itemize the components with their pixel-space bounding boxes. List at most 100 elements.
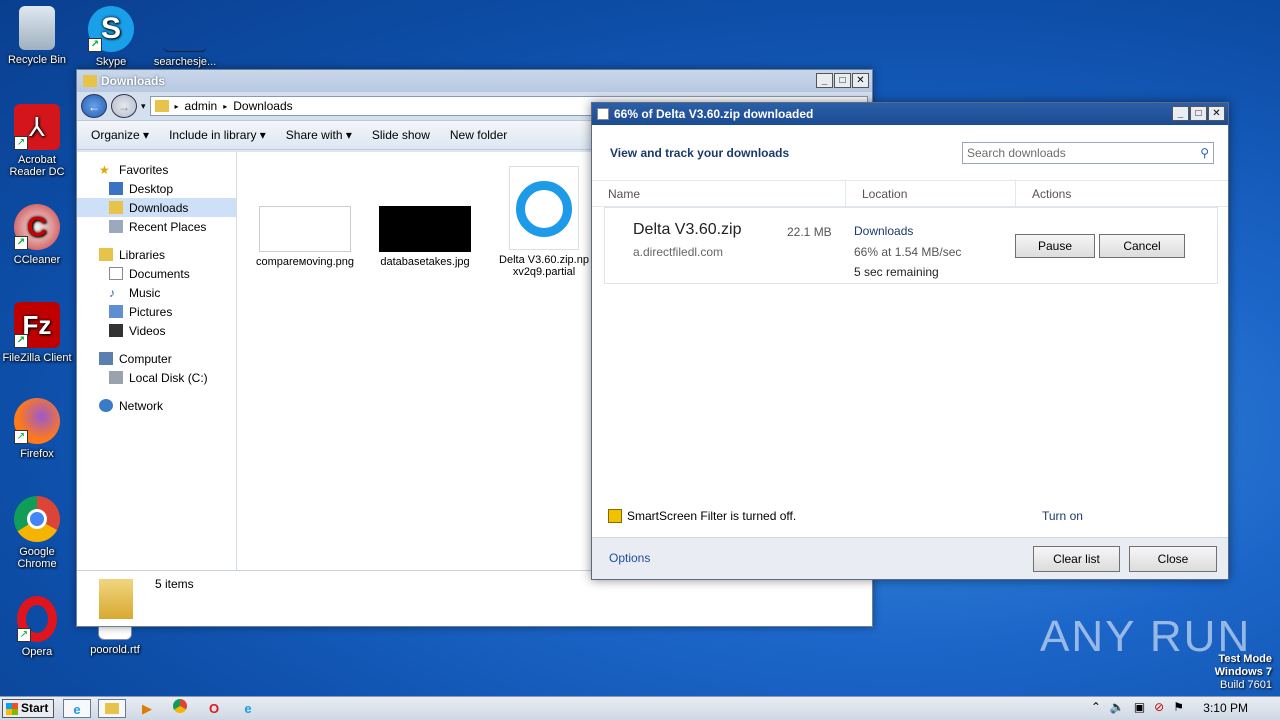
desktop-icon-filezilla[interactable]: Fz ↗ FileZilla Client xyxy=(0,302,74,364)
desktop-icon-opera[interactable]: ↗ Opera xyxy=(0,596,74,658)
test-mode-watermark: Test Mode Windows 7 Build 7601 xyxy=(1215,653,1272,692)
file-item[interactable]: compareмoving.png xyxy=(255,206,355,268)
desktop-icon-label: Recycle Bin xyxy=(7,54,67,66)
shield-warning-icon xyxy=(608,509,622,523)
download-time-remaining: 5 sec remaining xyxy=(854,265,939,279)
internet-explorer-icon xyxy=(509,166,579,250)
column-location[interactable]: Location xyxy=(846,181,1016,206)
maximize-button[interactable]: □ xyxy=(834,73,851,88)
column-actions: Actions xyxy=(1032,187,1072,201)
forward-button[interactable]: → xyxy=(111,94,137,118)
speaker-icon[interactable]: 🔈 xyxy=(1110,700,1125,714)
file-name: databasetakes.jpg xyxy=(380,256,470,268)
search-icon[interactable]: ⚲ xyxy=(1200,146,1209,160)
taskbar-internet-explorer[interactable]: e xyxy=(63,699,91,718)
nav-desktop[interactable]: Desktop xyxy=(77,179,236,198)
download-source: a.directfiledl.com xyxy=(633,245,724,259)
start-button[interactable]: Start xyxy=(2,699,54,718)
nav-documents[interactable]: Documents xyxy=(77,264,236,283)
minimize-button[interactable]: _ xyxy=(1172,106,1189,121)
desktop-icon-chrome[interactable]: Google Chrome xyxy=(0,496,74,570)
chrome-icon xyxy=(173,699,187,713)
dialog-heading: View and track your downloads xyxy=(610,145,790,160)
back-button[interactable]: ← xyxy=(81,94,107,118)
nav-music[interactable]: ♪ Music xyxy=(77,283,236,302)
file-item[interactable]: databasetakes.jpg xyxy=(375,206,475,268)
folder-icon xyxy=(154,100,169,112)
desktop-icon-firefox[interactable]: ↗ Firefox xyxy=(0,398,74,460)
dialog-titlebar[interactable]: 66% of Delta V3.60.zip downloaded xyxy=(592,103,1228,125)
nav-local-disk[interactable]: Local Disk (C:) xyxy=(77,368,236,387)
clear-list-button[interactable]: Clear list xyxy=(1033,546,1120,572)
turn-on-link[interactable]: Turn on xyxy=(1042,509,1083,523)
desktop-icon-acrobat[interactable]: ⅄ ↗ Acrobat Reader DC xyxy=(0,104,74,178)
network-icon xyxy=(99,399,113,412)
image-thumbnail xyxy=(259,206,351,252)
watermark-line: Windows 7 xyxy=(1214,666,1272,678)
desktop-icon-label: Firefox xyxy=(20,448,54,460)
nav-favorites[interactable]: ★ Favorites xyxy=(77,160,236,179)
desktop-icon-label: FileZilla Client xyxy=(2,352,72,364)
file-item[interactable]: Delta V3.60.zip.npxv2q9.partial xyxy=(499,166,589,278)
close-button[interactable]: ✕ xyxy=(1208,106,1225,121)
taskbar-chrome[interactable] xyxy=(166,699,194,718)
hard-drive-icon xyxy=(109,371,123,384)
nav-computer[interactable]: Computer xyxy=(77,349,236,368)
close-button[interactable]: ✕ xyxy=(852,73,869,88)
download-item[interactable]: Delta V3.60.zip 22.1 MB a.directfiledl.c… xyxy=(604,207,1218,284)
slide-show-button[interactable]: Slide show xyxy=(372,128,430,142)
nav-pictures[interactable]: Pictures xyxy=(77,302,236,321)
options-link[interactable]: Options xyxy=(609,551,650,565)
taskbar-opera[interactable]: O xyxy=(200,699,228,718)
pause-button[interactable]: Pause xyxy=(1015,234,1095,258)
nav-recent-places[interactable]: Recent Places xyxy=(77,217,236,236)
clock[interactable]: 3:10 PM xyxy=(1203,701,1248,715)
ccleaner-icon: C ↗ xyxy=(14,204,60,250)
view-downloads-dialog[interactable]: 66% of Delta V3.60.zip downloaded _ □ ✕ … xyxy=(591,102,1229,580)
desktop-icon-skype[interactable]: S ↗ Skype xyxy=(74,6,148,68)
folder-icon xyxy=(99,578,133,619)
folder-icon xyxy=(105,703,119,714)
breadcrumb-downloads[interactable]: Downloads xyxy=(233,99,292,113)
desktop-icon-label: CCleaner xyxy=(13,254,61,266)
cancel-button[interactable]: Cancel xyxy=(1099,234,1185,258)
new-folder-button[interactable]: New folder xyxy=(450,128,507,142)
nav-videos[interactable]: Videos xyxy=(77,321,236,340)
no-signal-icon[interactable]: ⊘ xyxy=(1154,700,1164,714)
column-name[interactable]: Name xyxy=(592,181,846,206)
firefox-icon: ↗ xyxy=(14,398,60,444)
maximize-button[interactable]: □ xyxy=(1190,106,1207,121)
opera-icon: O xyxy=(208,701,220,716)
share-with-button[interactable]: Share with ▾ xyxy=(286,128,352,142)
chevron-down-icon[interactable]: ▾ xyxy=(141,101,146,112)
opera-icon: ↗ xyxy=(17,596,57,642)
download-location-link[interactable]: Downloads xyxy=(854,224,913,238)
organize-button[interactable]: Organize ▾ xyxy=(91,128,149,142)
file-icon xyxy=(163,6,207,52)
chevron-up-icon[interactable]: ⌃ xyxy=(1091,700,1101,714)
taskbar-edge[interactable]: e xyxy=(234,699,262,718)
network-icon[interactable]: ▣ xyxy=(1134,700,1145,714)
shortcut-arrow-icon: ↗ xyxy=(14,236,28,250)
desktop-icon-searchesje[interactable]: searchesje... xyxy=(148,6,222,68)
flag-icon[interactable]: ⚑ xyxy=(1173,700,1184,714)
close-dialog-button[interactable]: Close xyxy=(1129,546,1217,572)
search-downloads-input[interactable]: Search downloads ⚲ xyxy=(962,141,1214,164)
nav-libraries[interactable]: Libraries xyxy=(77,245,236,264)
breadcrumb-admin[interactable]: admin xyxy=(185,99,218,113)
file-name: Delta V3.60.zip.npxv2q9.partial xyxy=(499,254,589,278)
downloads-folder-icon xyxy=(109,201,123,214)
desktop-icon-ccleaner[interactable]: C ↗ CCleaner xyxy=(0,204,74,266)
filezilla-icon: Fz ↗ xyxy=(14,302,60,348)
explorer-titlebar[interactable]: Downloads xyxy=(77,70,872,92)
taskbar-media-player[interactable]: ▶ xyxy=(133,699,161,718)
nav-network[interactable]: Network xyxy=(77,396,236,415)
edge-icon: e xyxy=(244,701,252,716)
item-count: 5 items xyxy=(155,577,194,591)
include-in-library-button[interactable]: Include in library ▾ xyxy=(169,128,266,142)
desktop-icon-recycle-bin[interactable]: Recycle Bin xyxy=(0,6,74,66)
minimize-button[interactable]: _ xyxy=(816,73,833,88)
taskbar-explorer[interactable] xyxy=(98,699,126,718)
nav-downloads[interactable]: Downloads xyxy=(77,198,236,217)
smartscreen-notice: SmartScreen Filter is turned off. xyxy=(608,509,796,523)
